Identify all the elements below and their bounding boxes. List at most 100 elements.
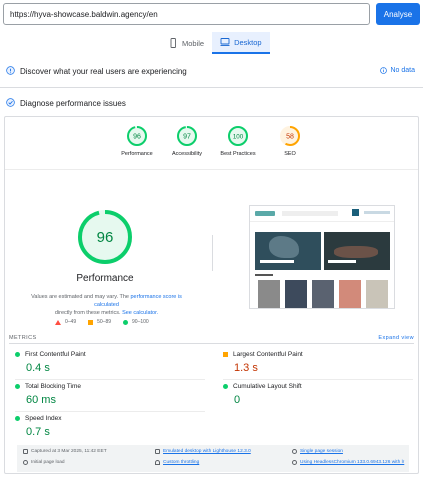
gauge-performance-ring: 96 (127, 126, 147, 146)
thumb-hero-figure (269, 236, 299, 258)
gauge-seo-label: SEO (284, 151, 296, 157)
performance-title: Performance (76, 273, 134, 284)
divider (0, 87, 423, 88)
thumb-product (366, 280, 388, 308)
legend-fail: 0–49 (55, 319, 76, 325)
browser-link[interactable]: Using HeadlessChromium 133.0.6943.126 wi… (300, 460, 404, 465)
thumb-nav-box (352, 209, 359, 216)
metric-lcp: Largest Contentful Paint 1.3 s (223, 351, 413, 374)
gauge-best-practices-score: 100 (233, 134, 244, 141)
gauge-accessibility-ring: 97 (177, 126, 197, 146)
session-info: Single page session (292, 449, 343, 454)
thumb-hero-shoe (334, 246, 378, 258)
divider (15, 379, 205, 380)
gauge-seo-score: 58 (286, 134, 294, 141)
note-middle: directly from these metrics. (54, 310, 121, 316)
thumb-logo (255, 211, 275, 216)
person-icon (292, 449, 297, 454)
gauge-seo-ring: 58 (280, 126, 300, 146)
lighthouse-report: 96 Performance 97 Accessibility 100 Best… (4, 116, 419, 474)
thumb-hero-left (255, 232, 321, 270)
divider (223, 379, 413, 380)
metric-fcp-label: First Contentful Paint (25, 351, 86, 358)
tab-desktop[interactable]: Desktop (212, 32, 270, 54)
score-legend: 0–49 50–89 90–100 (55, 319, 149, 325)
emulated-link[interactable]: Emulated desktop with Lighthouse 12.3.0 (163, 449, 251, 454)
metric-cls: Cumulative Layout Shift 0 (223, 383, 413, 406)
no-data-link[interactable]: No data (380, 67, 415, 74)
gauge-best-practices[interactable]: 100 Best Practices (208, 125, 268, 157)
performance-score: 96 (97, 229, 114, 246)
pass-circle-icon (223, 384, 228, 389)
note-prefix: Values are estimated and may vary. The (31, 294, 129, 300)
mobile-icon (170, 38, 176, 48)
performance-gauge: 96 (78, 210, 132, 264)
initial-load-text: Initial page load (31, 460, 65, 465)
thumb-hero-caption2 (328, 260, 356, 263)
captured-text: Captured at 3 Mar 2025, 11:42 EET (31, 449, 107, 454)
tab-mobile[interactable]: Mobile (160, 32, 212, 54)
divider (5, 169, 418, 170)
real-users-section[interactable]: Discover what your real users are experi… (0, 63, 423, 79)
pass-circle-icon (15, 416, 20, 421)
session-link[interactable]: Single page session (300, 449, 343, 454)
real-users-title: Discover what your real users are experi… (20, 67, 187, 76)
throttling-info: Custom throttling (155, 460, 199, 465)
page-screenshot (249, 205, 395, 309)
lighthouse-icon (6, 98, 15, 107)
throttling-link[interactable]: Custom throttling (163, 460, 199, 465)
thumb-product (285, 280, 307, 308)
no-data-label: No data (390, 67, 415, 74)
analyze-button[interactable]: Analyse (376, 3, 420, 25)
crux-icon (6, 66, 15, 75)
captured-info: Captured at 3 Mar 2025, 11:42 EET (23, 449, 107, 454)
thumb-hero-caption (260, 260, 294, 263)
desktop-icon (220, 38, 230, 46)
thumb-header (250, 206, 394, 222)
expand-view-toggle[interactable]: Expand view (378, 335, 414, 341)
url-input[interactable] (3, 3, 370, 25)
metric-cls-value: 0 (234, 394, 241, 406)
see-calculator-link[interactable]: See calculator. (122, 310, 158, 316)
thumb-product (312, 280, 334, 308)
thumb-nav-links (364, 211, 390, 214)
tab-mobile-label: Mobile (182, 38, 205, 48)
metric-tbt-value: 60 ms (26, 394, 56, 406)
thumb-product (339, 280, 361, 308)
metrics-header: METRICS Expand view (9, 335, 414, 341)
legend-pass: 90–100 (123, 319, 149, 325)
desktop-icon (155, 449, 160, 454)
diagnose-section[interactable]: Diagnose performance issues (0, 96, 423, 110)
timer-icon (23, 460, 28, 465)
initial-load-info: Initial page load (23, 460, 65, 465)
thumb-product (258, 280, 280, 308)
metric-cls-label: Cumulative Layout Shift (233, 383, 302, 390)
gauge-accessibility-score: 97 (183, 134, 191, 141)
browser-info: Using HeadlessChromium 133.0.6943.126 wi… (292, 460, 404, 465)
legend-average: 50–89 (88, 319, 111, 325)
thumb-hero-right (324, 232, 390, 270)
average-square-icon (223, 352, 228, 357)
device-tabs: Mobile Desktop (160, 32, 270, 54)
info-icon (380, 67, 388, 74)
thumb-search (282, 211, 338, 216)
metric-fcp: First Contentful Paint 0.4 s (15, 351, 205, 374)
pass-circle-icon (15, 384, 20, 389)
legend-pass-range: 90–100 (132, 319, 149, 325)
metric-si-value: 0.7 s (26, 426, 50, 438)
gauge-best-practices-label: Best Practices (220, 151, 256, 157)
legend-fail-range: 0–49 (65, 319, 77, 325)
metrics-title: METRICS (9, 335, 37, 341)
gauge-seo[interactable]: 58 SEO (260, 125, 320, 157)
performance-note: Values are estimated and may vary. The p… (19, 293, 194, 317)
metric-si-label: Speed Index (25, 415, 62, 422)
tab-desktop-label: Desktop (234, 37, 262, 47)
gauge-best-practices-ring: 100 (228, 126, 248, 146)
emulated-info: Emulated desktop with Lighthouse 12.3.0 (155, 449, 251, 454)
metric-tbt-label: Total Blocking Time (25, 383, 81, 390)
metric-lcp-label: Largest Contentful Paint (233, 351, 303, 358)
pass-circle-icon (123, 319, 129, 325)
vertical-divider (212, 235, 213, 271)
wifi-icon (155, 460, 160, 465)
thumb-products-label (255, 272, 391, 278)
